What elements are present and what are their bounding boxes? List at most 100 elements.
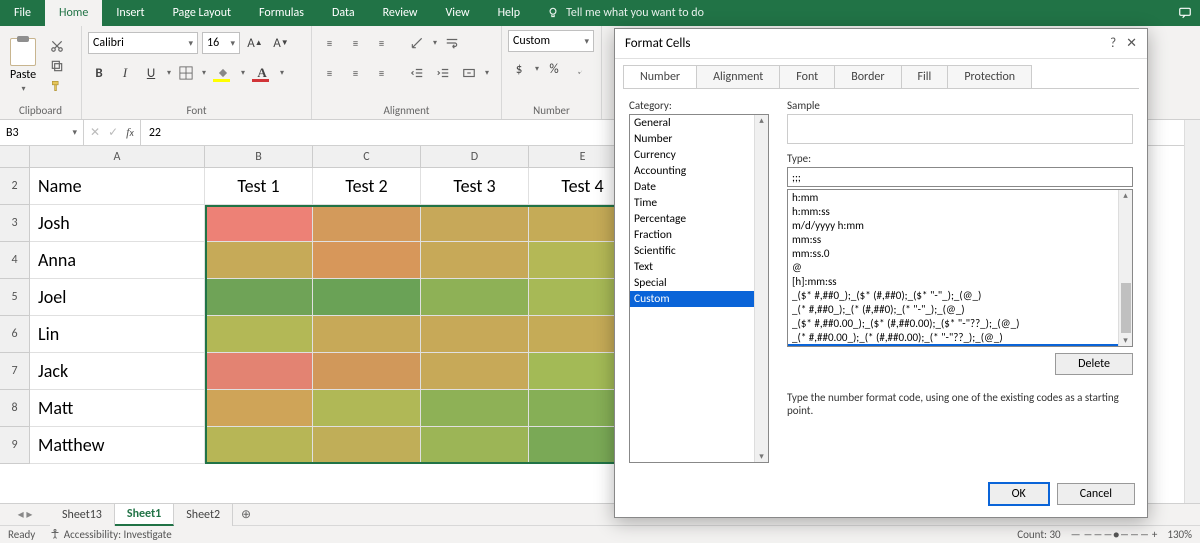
type-item[interactable]: mm:ss bbox=[788, 232, 1132, 246]
row-header-5[interactable]: 5 bbox=[0, 279, 30, 316]
cell-data[interactable] bbox=[313, 353, 421, 390]
font-color-button[interactable]: A bbox=[249, 62, 275, 84]
category-item[interactable]: Number bbox=[630, 131, 768, 147]
type-item[interactable]: ;;; bbox=[788, 344, 1132, 347]
align-bottom-button[interactable]: ≡ bbox=[370, 32, 392, 54]
row-header-3[interactable]: 3 bbox=[0, 205, 30, 242]
sheet-tab-sheet1[interactable]: Sheet1 bbox=[115, 504, 174, 526]
format-painter-button[interactable] bbox=[48, 78, 66, 94]
category-listbox[interactable]: GeneralNumberCurrencyAccountingDateTimeP… bbox=[629, 114, 769, 463]
comma-format-button[interactable] bbox=[569, 58, 591, 80]
type-item[interactable]: @ bbox=[788, 260, 1132, 274]
row-header-8[interactable]: 8 bbox=[0, 390, 30, 427]
category-item[interactable]: Custom bbox=[630, 291, 768, 307]
cell-name[interactable]: Matthew bbox=[30, 427, 205, 464]
cell-header[interactable]: Test 2 bbox=[313, 168, 421, 205]
cell-data[interactable] bbox=[205, 390, 313, 427]
align-left-button[interactable]: ≡ bbox=[318, 62, 340, 84]
category-item[interactable]: Scientific bbox=[630, 243, 768, 259]
cell-data[interactable] bbox=[421, 427, 529, 464]
cell-name[interactable]: Matt bbox=[30, 390, 205, 427]
tab-file[interactable]: File bbox=[0, 0, 45, 26]
column-header-A[interactable]: A bbox=[30, 146, 205, 168]
align-middle-button[interactable]: ≡ bbox=[344, 32, 366, 54]
dialog-tab-font[interactable]: Font bbox=[779, 65, 835, 88]
category-item[interactable]: General bbox=[630, 115, 768, 131]
increase-indent-button[interactable] bbox=[432, 62, 454, 84]
dialog-tab-fill[interactable]: Fill bbox=[901, 65, 949, 88]
cell-data[interactable] bbox=[205, 205, 313, 242]
comments-icon[interactable] bbox=[1170, 0, 1200, 26]
select-all-corner[interactable] bbox=[0, 146, 30, 168]
number-format-combo[interactable]: Custom▾ bbox=[508, 30, 594, 52]
listbox-scrollbar[interactable]: ▴▾ bbox=[754, 115, 768, 462]
type-item[interactable]: h:mm bbox=[788, 190, 1132, 204]
column-header-C[interactable]: C bbox=[313, 146, 421, 168]
tab-help[interactable]: Help bbox=[484, 0, 535, 26]
dialog-tab-number[interactable]: Number bbox=[623, 65, 697, 88]
cell-data[interactable] bbox=[205, 427, 313, 464]
category-item[interactable]: Accounting bbox=[630, 163, 768, 179]
new-sheet-button[interactable]: ⊕ bbox=[233, 507, 259, 522]
cell-data[interactable] bbox=[421, 316, 529, 353]
column-header-D[interactable]: D bbox=[421, 146, 529, 168]
type-item[interactable]: _($* #,##0_);_($* (#,##0);_($* "-"_);_(@… bbox=[788, 288, 1132, 302]
accessibility-status[interactable]: Accessibility: Investigate bbox=[49, 528, 171, 541]
column-header-B[interactable]: B bbox=[205, 146, 313, 168]
shrink-font-button[interactable]: A▼ bbox=[270, 32, 292, 54]
enter-formula-icon[interactable]: ✓ bbox=[108, 125, 118, 140]
type-input[interactable]: ;;; bbox=[787, 167, 1133, 187]
vertical-scrollbar[interactable] bbox=[1184, 120, 1200, 503]
category-item[interactable]: Percentage bbox=[630, 211, 768, 227]
cell-data[interactable] bbox=[313, 427, 421, 464]
underline-button[interactable]: U bbox=[140, 62, 162, 84]
grow-font-button[interactable]: A▲ bbox=[244, 32, 266, 54]
tab-insert[interactable]: Insert bbox=[102, 0, 158, 26]
percent-format-button[interactable]: % bbox=[543, 58, 565, 80]
cell-data[interactable] bbox=[313, 316, 421, 353]
tab-data[interactable]: Data bbox=[318, 0, 369, 26]
cell-data[interactable] bbox=[421, 353, 529, 390]
orientation-button[interactable] bbox=[406, 32, 428, 54]
italic-button[interactable]: I bbox=[114, 62, 136, 84]
align-right-button[interactable]: ≡ bbox=[370, 62, 392, 84]
type-item[interactable]: h:mm:ss bbox=[788, 204, 1132, 218]
accounting-format-button[interactable]: $ bbox=[508, 58, 530, 80]
category-item[interactable]: Special bbox=[630, 275, 768, 291]
cell-data[interactable] bbox=[421, 279, 529, 316]
cell-data[interactable] bbox=[205, 316, 313, 353]
category-item[interactable]: Time bbox=[630, 195, 768, 211]
dialog-tab-protection[interactable]: Protection bbox=[947, 65, 1032, 88]
tab-review[interactable]: Review bbox=[369, 0, 432, 26]
cell-data[interactable] bbox=[205, 353, 313, 390]
tab-page-layout[interactable]: Page Layout bbox=[159, 0, 245, 26]
close-icon[interactable]: ✕ bbox=[1126, 36, 1137, 51]
row-header-6[interactable]: 6 bbox=[0, 316, 30, 353]
wrap-text-button[interactable] bbox=[441, 32, 463, 54]
cell-data[interactable] bbox=[313, 205, 421, 242]
cell-header[interactable]: Name bbox=[30, 168, 205, 205]
font-size-combo[interactable]: 16▾ bbox=[202, 32, 240, 54]
row-header-9[interactable]: 9 bbox=[0, 427, 30, 464]
merge-center-button[interactable] bbox=[458, 62, 480, 84]
cell-data[interactable] bbox=[205, 279, 313, 316]
delete-button[interactable]: Delete bbox=[1055, 353, 1133, 375]
ok-button[interactable]: OK bbox=[989, 483, 1049, 505]
name-box[interactable]: B3▾ bbox=[0, 120, 84, 145]
category-item[interactable]: Fraction bbox=[630, 227, 768, 243]
dialog-titlebar[interactable]: Format Cells ? ✕ bbox=[615, 29, 1147, 59]
tab-view[interactable]: View bbox=[432, 0, 484, 26]
cell-data[interactable] bbox=[313, 242, 421, 279]
align-center-button[interactable]: ≡ bbox=[344, 62, 366, 84]
cell-data[interactable] bbox=[313, 390, 421, 427]
row-header-7[interactable]: 7 bbox=[0, 353, 30, 390]
bold-button[interactable]: B bbox=[88, 62, 110, 84]
copy-button[interactable] bbox=[48, 58, 66, 74]
category-item[interactable]: Currency bbox=[630, 147, 768, 163]
type-item[interactable]: [h]:mm:ss bbox=[788, 274, 1132, 288]
borders-button[interactable] bbox=[175, 62, 197, 84]
cancel-formula-icon[interactable]: ✕ bbox=[90, 125, 100, 140]
sheet-tab-sheet2[interactable]: Sheet2 bbox=[174, 504, 233, 526]
type-item[interactable]: _(* #,##0_);_(* (#,##0);_(* "-"_);_(@_) bbox=[788, 302, 1132, 316]
cell-name[interactable]: Joel bbox=[30, 279, 205, 316]
